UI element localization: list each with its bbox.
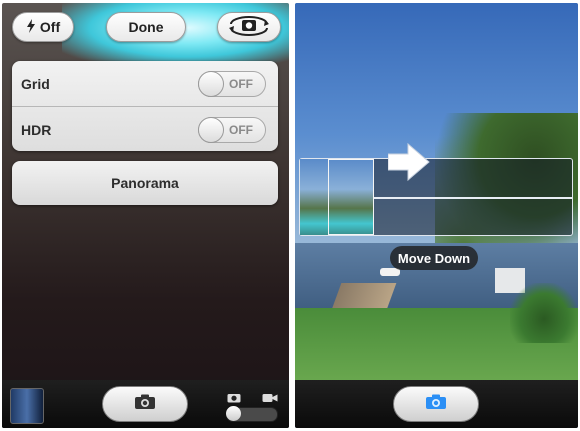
move-down-label: Move Down — [397, 250, 471, 266]
shutter-button[interactable] — [102, 386, 188, 422]
grid-row: Grid OFF — [12, 61, 278, 106]
panorama-capture-screen: Move Down — [295, 3, 578, 428]
shutter-button[interactable] — [393, 386, 479, 422]
panorama-center-line — [374, 197, 572, 199]
hdr-toggle[interactable]: OFF — [198, 117, 266, 143]
grid-label: Grid — [21, 75, 50, 92]
flash-label: Off — [39, 19, 61, 35]
camera-options-screen: Off Done Grid OFF HDR OFF Panorama — [2, 3, 289, 428]
photo-video-switch[interactable] — [224, 388, 280, 422]
toggle-knob — [198, 117, 224, 143]
panorama-button[interactable]: Panorama — [12, 161, 278, 205]
flip-camera-button[interactable] — [217, 12, 281, 42]
camera-roll-thumbnail[interactable] — [10, 388, 44, 424]
hdr-label: HDR — [21, 121, 52, 138]
viewfinder-bushes — [510, 283, 578, 343]
video-icon — [262, 390, 278, 408]
grid-toggle-state: OFF — [229, 77, 253, 91]
move-down-hint: Move Down — [390, 246, 478, 270]
camera-icon — [425, 394, 447, 415]
camera-icon — [134, 394, 156, 415]
grid-toggle[interactable]: OFF — [198, 71, 266, 97]
panorama-current-frame — [328, 159, 374, 235]
done-label: Done — [128, 19, 164, 35]
settings-card: Grid OFF HDR OFF — [12, 61, 278, 151]
mode-toggle-knob[interactable] — [226, 406, 241, 421]
bottom-toolbar — [295, 380, 578, 428]
bottom-toolbar — [2, 380, 289, 428]
hdr-toggle-state: OFF — [229, 123, 253, 137]
flash-button[interactable]: Off — [12, 12, 74, 42]
mode-toggle-track[interactable] — [226, 406, 278, 422]
panorama-label: Panorama — [111, 175, 179, 191]
toggle-knob — [198, 71, 224, 97]
top-bar: Off Done — [2, 3, 289, 53]
arrow-right-icon — [387, 142, 430, 187]
hdr-row: HDR OFF — [12, 106, 278, 152]
lightning-icon — [26, 18, 36, 36]
done-button[interactable]: Done — [106, 12, 186, 42]
camera-flip-icon — [227, 15, 271, 40]
panorama-guide-strip — [299, 142, 573, 236]
